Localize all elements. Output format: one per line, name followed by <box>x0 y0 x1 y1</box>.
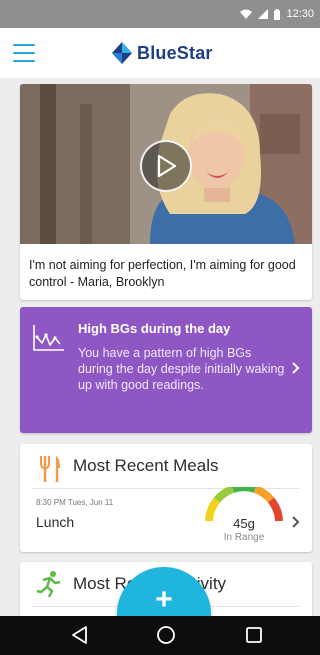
battery-icon <box>274 8 281 20</box>
bluestar-diamond-icon <box>112 42 132 64</box>
recents-square-icon[interactable] <box>244 625 264 645</box>
status-time: 12:30 <box>286 8 314 20</box>
wifi-icon <box>240 9 253 19</box>
testimonial-quote: I'm not aiming for perfection, I'm aimin… <box>29 258 296 289</box>
home-circle-icon[interactable] <box>156 625 176 645</box>
meal-name: Lunch <box>36 514 75 530</box>
runner-icon <box>36 571 61 598</box>
app-logo: BlueStar <box>112 41 213 65</box>
range-status: In Range <box>223 532 265 543</box>
fork-knife-icon <box>40 456 60 482</box>
insight-card-high-bg[interactable]: High BGs during the day You have a patte… <box>20 307 312 433</box>
recent-meals-card[interactable]: Most Recent Meals 8:30 PM Tues, Jun 11 L… <box>20 444 312 552</box>
video-testimonial-card[interactable]: I'm not aiming for perfection, I'm aimin… <box>20 84 312 300</box>
logo-text: BlueStar <box>137 42 213 63</box>
carb-value: 45g <box>233 516 255 531</box>
insight-title: High BGs during the day <box>78 321 231 336</box>
system-nav-bar <box>0 616 320 655</box>
chevron-right-icon[interactable] <box>292 362 300 374</box>
feed[interactable]: I'm not aiming for perfection, I'm aimin… <box>0 78 320 616</box>
meals-heading: Most Recent Meals <box>73 456 219 475</box>
play-icon[interactable] <box>140 140 192 192</box>
status-bar: 12:30 <box>0 0 320 28</box>
chevron-right-icon[interactable] <box>292 516 300 528</box>
cell-signal-icon <box>258 9 269 19</box>
insight-body: You have a pattern of high BGs during th… <box>78 346 285 392</box>
hamburger-menu-icon[interactable] <box>12 42 36 64</box>
back-triangle-icon[interactable] <box>70 625 90 645</box>
app-bar: BlueStar <box>0 28 320 78</box>
video-thumbnail[interactable] <box>20 84 312 244</box>
meal-timestamp: 8:30 PM Tues, Jun 11 <box>36 498 114 507</box>
bg-trend-chart-icon <box>33 325 64 351</box>
